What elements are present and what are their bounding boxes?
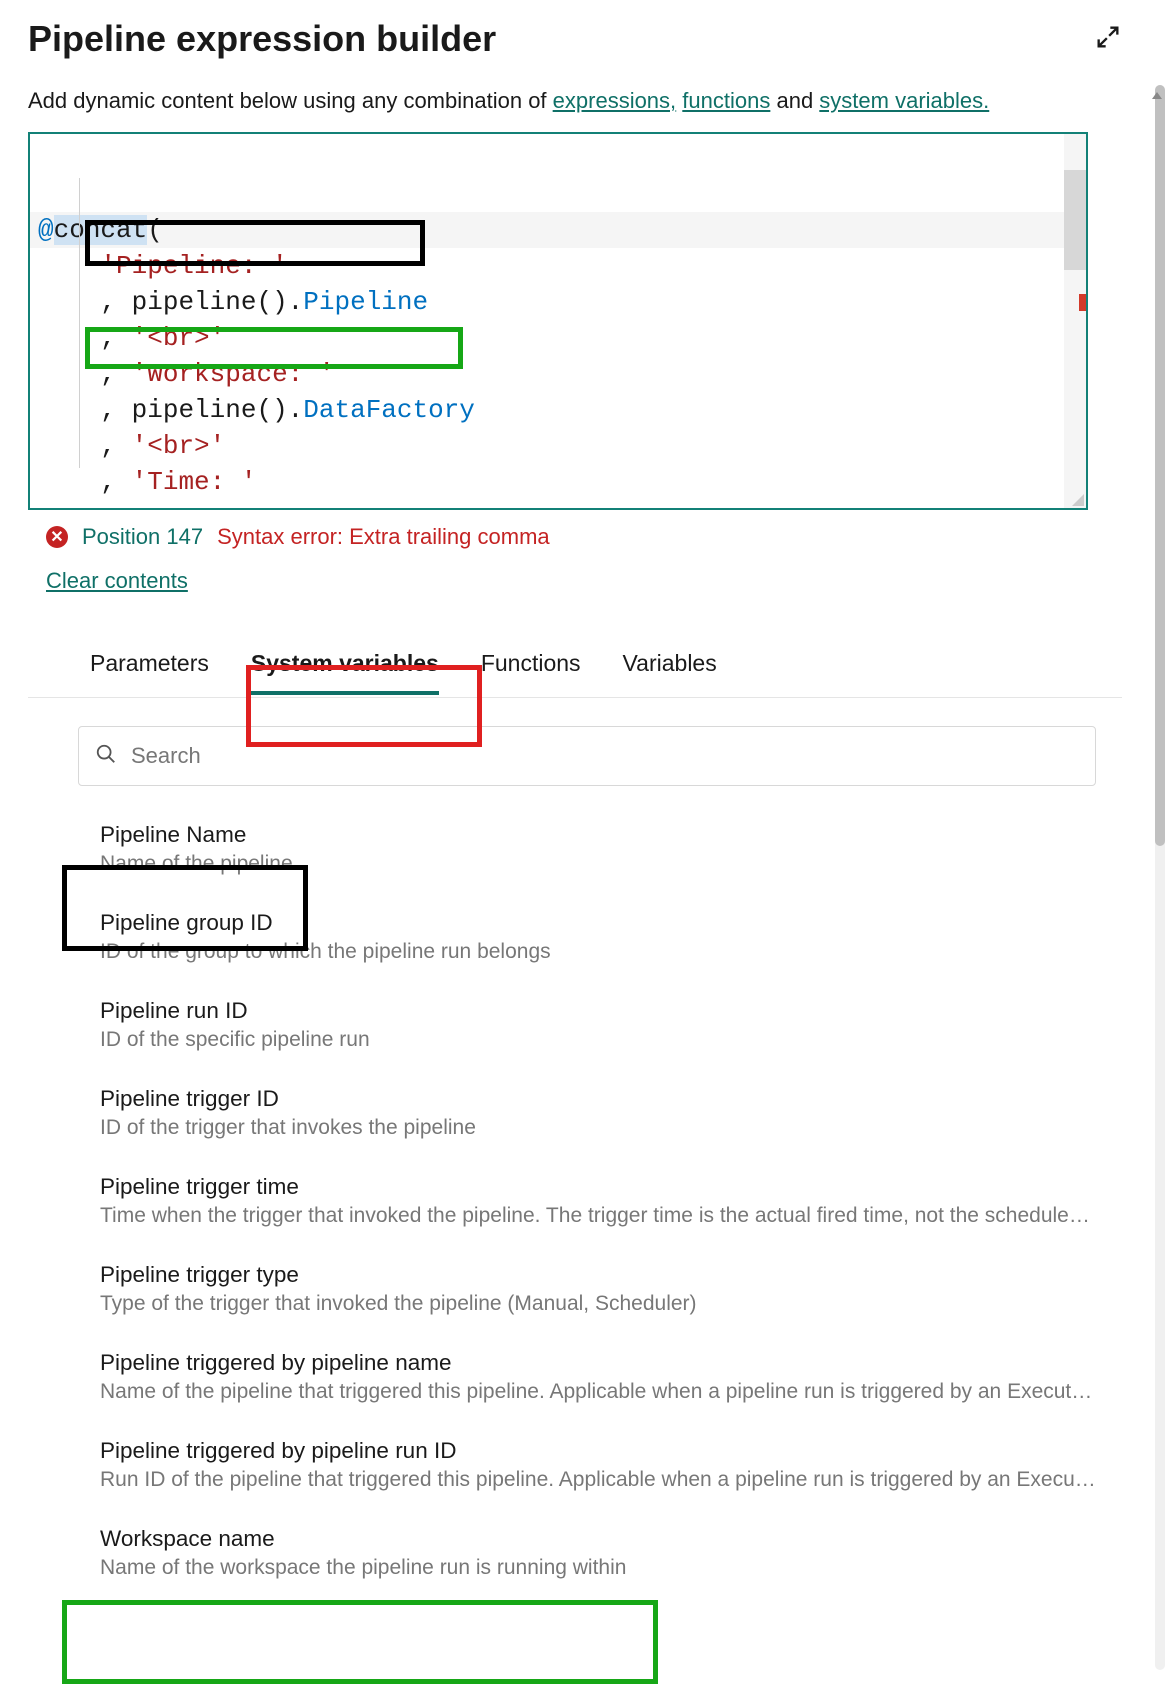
tab-parameters[interactable]: Parameters: [90, 650, 209, 695]
tok-comma-5: ,: [100, 395, 116, 425]
list-item[interactable]: Pipeline triggered by pipeline name Name…: [100, 1350, 1100, 1404]
intro-pre: Add dynamic content below using any comb…: [28, 88, 553, 113]
tok-prop-pipeline: Pipeline: [303, 287, 428, 317]
item-title: Pipeline trigger ID: [100, 1086, 1100, 1112]
intro-and: and: [770, 88, 819, 113]
editor-minimap[interactable]: [1064, 134, 1086, 508]
item-title: Pipeline trigger type: [100, 1262, 1100, 1288]
list-item[interactable]: Pipeline triggered by pipeline run ID Ru…: [100, 1438, 1100, 1492]
outer-scroll-thumb[interactable]: [1155, 85, 1165, 846]
scroll-up-icon[interactable]: [1152, 92, 1162, 99]
tok-call-2: pipeline(): [132, 287, 288, 317]
minimap-slider[interactable]: [1064, 170, 1086, 270]
error-row: ✕ Position 147 Syntax error: Extra trail…: [28, 510, 1122, 564]
item-title: Pipeline triggered by pipeline run ID: [100, 1438, 1100, 1464]
list-item[interactable]: Workspace name Name of the workspace the…: [100, 1526, 1100, 1580]
item-desc: Name of the workspace the pipeline run i…: [100, 1556, 1100, 1580]
clear-contents-link[interactable]: Clear contents: [28, 564, 188, 600]
link-expressions[interactable]: expressions,: [553, 88, 677, 113]
list-item[interactable]: Pipeline trigger ID ID of the trigger th…: [100, 1086, 1100, 1140]
item-desc: Name of the pipeline that triggered this…: [100, 1380, 1100, 1404]
expression-editor[interactable]: @concat( 'Pipeline: ' , pipeline().Pipel…: [28, 132, 1088, 510]
search-input[interactable]: [131, 743, 1079, 769]
tok-str-7: 'Time: ': [132, 467, 257, 497]
page-title: Pipeline expression builder: [28, 18, 496, 60]
variable-list: Pipeline Name Name of the pipeline Pipel…: [28, 786, 1122, 1580]
item-title: Workspace name: [100, 1526, 1100, 1552]
tok-fn: concat: [54, 215, 148, 245]
item-desc: Time when the trigger that invoked the p…: [100, 1204, 1100, 1228]
item-title: Pipeline trigger time: [100, 1174, 1100, 1200]
item-title: Pipeline Name: [100, 822, 1100, 848]
item-title: Pipeline triggered by pipeline name: [100, 1350, 1100, 1376]
indent-guide: [79, 178, 80, 468]
tok-dot-5: .: [288, 395, 304, 425]
tok-str-6: '<br>': [132, 431, 226, 461]
tab-system-variables[interactable]: System variables: [251, 650, 439, 695]
tok-prop-datafactory: DataFactory: [303, 395, 475, 425]
tok-comma-4: ,: [100, 359, 116, 389]
tok-comma-8: ,: [100, 503, 116, 510]
intro-text: Add dynamic content below using any comb…: [28, 88, 1122, 114]
error-position: Position 147: [82, 524, 203, 550]
error-message: Syntax error: Extra trailing comma: [217, 524, 550, 550]
minimap-error-mark: [1079, 294, 1086, 311]
tok-at: @: [38, 215, 54, 245]
item-desc: ID of the group to which the pipeline ru…: [100, 940, 1100, 964]
tab-functions[interactable]: Functions: [481, 650, 581, 695]
list-item[interactable]: Pipeline Name Name of the pipeline: [100, 822, 1100, 876]
item-title: Pipeline run ID: [100, 998, 1100, 1024]
item-desc: Run ID of the pipeline that triggered th…: [100, 1468, 1100, 1492]
item-title: Pipeline group ID: [100, 910, 1100, 936]
tok-open: (: [147, 215, 163, 245]
tok-dot-2: .: [288, 287, 304, 317]
item-desc: ID of the specific pipeline run: [100, 1028, 1100, 1052]
item-desc: ID of the trigger that invokes the pipel…: [100, 1116, 1100, 1140]
error-icon: ✕: [46, 526, 68, 548]
tab-variables[interactable]: Variables: [623, 650, 717, 695]
link-system-variables[interactable]: system variables.: [819, 88, 989, 113]
outer-scrollbar[interactable]: [1155, 85, 1165, 1670]
list-item[interactable]: Pipeline trigger time Time when the trig…: [100, 1174, 1100, 1228]
tabs: Parameters System variables Functions Va…: [28, 600, 1122, 698]
search-box[interactable]: [78, 726, 1096, 786]
list-item[interactable]: Pipeline group ID ID of the group to whi…: [100, 910, 1100, 964]
tok-str-3: '<br>': [132, 323, 226, 353]
tok-call-5: pipeline(): [132, 395, 288, 425]
expand-icon[interactable]: [1094, 23, 1122, 56]
tok-comma-7: ,: [100, 467, 116, 497]
tok-str-4: 'Workspace: ': [132, 359, 335, 389]
resize-handle-icon[interactable]: [1070, 492, 1084, 506]
tok-comma-3: ,: [100, 323, 116, 353]
link-functions[interactable]: functions: [682, 88, 770, 113]
tok-comma-2: ,: [100, 287, 116, 317]
tok-comma-6: ,: [100, 431, 116, 461]
item-desc: Name of the pipeline: [100, 852, 1100, 876]
tok-str-1: 'Pipeline: ': [100, 251, 287, 281]
list-item[interactable]: Pipeline trigger type Type of the trigge…: [100, 1262, 1100, 1316]
list-item[interactable]: Pipeline run ID ID of the specific pipel…: [100, 998, 1100, 1052]
search-icon: [95, 743, 117, 770]
item-desc: Type of the trigger that invoked the pip…: [100, 1292, 1100, 1316]
